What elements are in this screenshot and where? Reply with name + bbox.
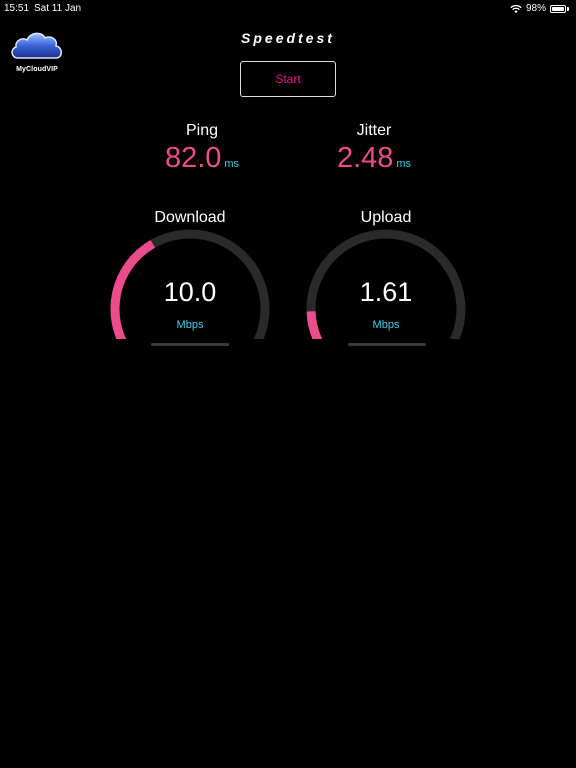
logo-text: MyCloudVIP [16, 66, 58, 73]
ping-label: Ping [185, 122, 219, 139]
wifi-icon [510, 4, 522, 13]
upload-label: Upload [360, 209, 412, 226]
upload-unit: Mbps [372, 319, 400, 331]
upload-value: 1.61 [359, 277, 413, 307]
jitter-unit: ms [396, 158, 412, 170]
status-time: 15:51 [4, 3, 30, 14]
battery-icon [550, 4, 570, 14]
download-label: Download [154, 209, 226, 226]
upload-progress-bar [348, 343, 426, 346]
ping-metric: Ping 82.0 ms [152, 122, 252, 175]
battery-percent: 98% [525, 3, 546, 14]
jitter-value: 2.48 [336, 142, 394, 174]
status-date: Sat 11 Jan [34, 3, 82, 14]
start-button[interactable]: Start [240, 61, 336, 97]
download-unit: Mbps [176, 319, 204, 331]
ping-value: 82.0 [164, 142, 222, 174]
jitter-metric: Jitter 2.48 ms [324, 122, 424, 175]
download-value: 10.0 [163, 277, 217, 307]
status-bar: 15:51 Sat 11 Jan 98% [0, 0, 576, 16]
ping-unit: ms [224, 158, 240, 170]
app-title: Speedtest [241, 30, 335, 46]
status-right: 98% [510, 3, 570, 14]
download-progress-bar [151, 343, 229, 346]
jitter-label: Jitter [356, 122, 392, 139]
